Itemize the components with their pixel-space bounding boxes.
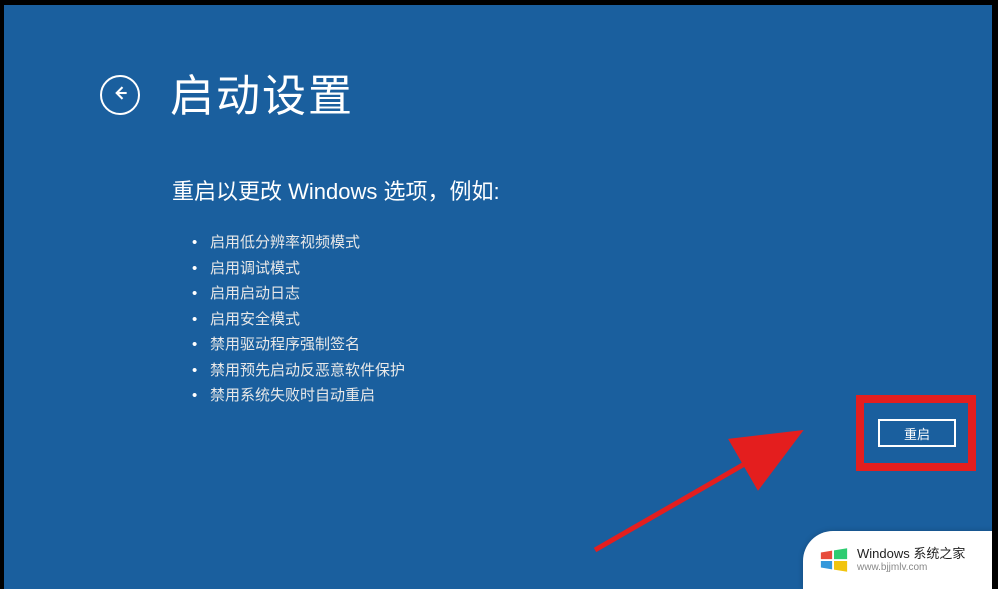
- subtitle: 重启以更改 Windows 选项，例如:: [172, 174, 898, 206]
- options-list: 启用低分辨率视频模式 启用调试模式 启用启动日志 启用安全模式 禁用驱动程序强制…: [192, 230, 898, 409]
- watermark-url: www.bjjmlv.com: [857, 562, 965, 573]
- list-item: 启用安全模式: [192, 307, 898, 333]
- list-item: 启用低分辨率视频模式: [192, 230, 898, 256]
- list-item: 禁用驱动程序强制签名: [192, 332, 898, 358]
- back-arrow-icon: [110, 83, 130, 108]
- list-item: 禁用预先启动反恶意软件保护: [192, 358, 898, 384]
- list-item: 启用启动日志: [192, 281, 898, 307]
- page-title: 启动设置: [170, 60, 354, 124]
- annotation-arrow-icon: [590, 400, 820, 565]
- list-item: 禁用系统失败时自动重启: [192, 383, 898, 409]
- list-item: 启用调试模式: [192, 256, 898, 282]
- watermark-title: Windows 系统之家: [857, 547, 965, 561]
- restart-button-label: 重启: [904, 424, 930, 443]
- back-button[interactable]: [100, 75, 140, 115]
- watermark: Windows 系统之家 www.bjjmlv.com: [803, 531, 998, 589]
- windows-logo-icon: [819, 545, 849, 575]
- restart-button[interactable]: 重启: [878, 419, 956, 447]
